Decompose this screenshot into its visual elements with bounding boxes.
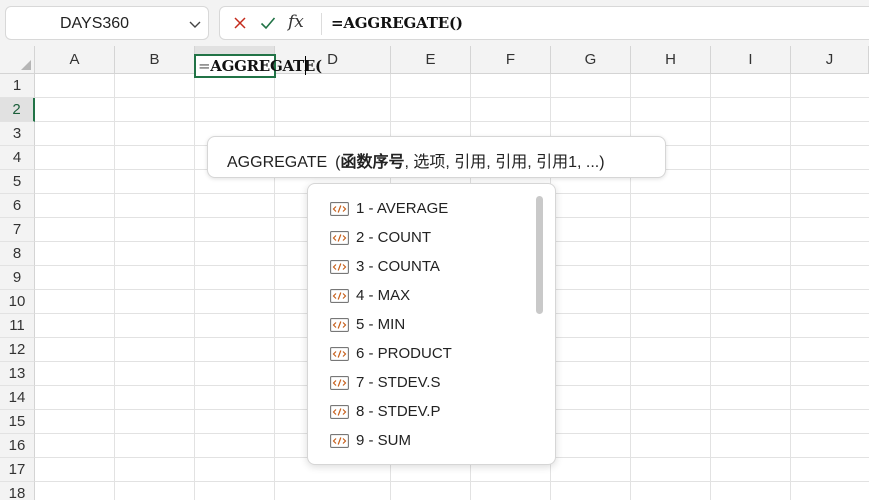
dropdown-item-label: 8 - STDEV.P xyxy=(356,403,441,420)
insert-function-button[interactable]: fx xyxy=(288,12,304,32)
row-header-11[interactable]: 11 xyxy=(0,314,35,338)
column-gridline xyxy=(194,74,195,500)
tooltip-current-arg: 函数序号 xyxy=(340,154,405,171)
column-gridline xyxy=(114,74,115,500)
function-value-icon xyxy=(330,260,349,274)
cell-edit-text: =AGGREGATE( xyxy=(198,57,322,75)
dropdown-item[interactable]: 1 - AVERAGE xyxy=(328,198,533,220)
dropdown-item-label: 3 - COUNTA xyxy=(356,258,440,275)
dropdown-item[interactable]: 4 - MAX xyxy=(328,285,533,307)
text-cursor xyxy=(305,56,306,75)
dropdown-item[interactable]: 2 - COUNT xyxy=(328,227,533,249)
row-header-16[interactable]: 16 xyxy=(0,434,35,458)
row-header-14[interactable]: 14 xyxy=(0,386,35,410)
dropdown-item-label: 4 - MAX xyxy=(356,287,411,304)
column-header-e[interactable]: E xyxy=(391,46,471,74)
chevron-down-icon[interactable] xyxy=(188,17,202,31)
column-header-i[interactable]: I xyxy=(711,46,791,74)
column-header-g[interactable]: G xyxy=(551,46,631,74)
dropdown-item-label: 9 - SUM xyxy=(356,432,412,449)
dropdown-item[interactable]: 3 - COUNTA xyxy=(328,256,533,278)
row-header-13[interactable]: 13 xyxy=(0,362,35,386)
dropdown-item-label: 6 - PRODUCT xyxy=(356,345,452,362)
row-header-3[interactable]: 3 xyxy=(0,122,35,146)
select-all-triangle-icon xyxy=(21,60,31,70)
dropdown-item-label: 5 - MIN xyxy=(356,316,406,333)
check-icon[interactable] xyxy=(260,16,276,30)
row-header-18[interactable]: 18 xyxy=(0,482,35,500)
tooltip-function-name[interactable]: AGGREGATE xyxy=(227,154,327,171)
select-all-button[interactable] xyxy=(0,46,35,74)
row-header-1[interactable]: 1 xyxy=(0,74,35,98)
column-header-f[interactable]: F xyxy=(471,46,551,74)
row-header-9[interactable]: 9 xyxy=(0,266,35,290)
cancel-icon[interactable] xyxy=(233,16,247,30)
row-header-12[interactable]: 12 xyxy=(0,338,35,362)
row-header-6[interactable]: 6 xyxy=(0,194,35,218)
name-box-value: DAYS360 xyxy=(60,15,130,32)
dropdown-item-label: 7 - STDEV.S xyxy=(356,374,441,391)
formula-bar: fx =AGGREGATE() xyxy=(219,6,869,40)
row-header-17[interactable]: 17 xyxy=(0,458,35,482)
function-value-icon xyxy=(330,318,349,332)
column-gridline xyxy=(710,74,711,500)
function-value-icon xyxy=(330,376,349,390)
function-value-icon xyxy=(330,405,349,419)
function-value-icon xyxy=(330,347,349,361)
column-gridline xyxy=(790,74,791,500)
dropdown-item-label: 1 - AVERAGE xyxy=(356,200,449,217)
row-header-2[interactable]: 2 xyxy=(0,98,35,122)
column-header-j[interactable]: J xyxy=(791,46,869,74)
column-header-h[interactable]: H xyxy=(631,46,711,74)
row-header-4[interactable]: 4 xyxy=(0,146,35,170)
tooltip-rest-args: , 选项, 引用, 引用, 引用1, ...) xyxy=(404,154,605,171)
formula-input[interactable]: =AGGREGATE() xyxy=(331,14,463,32)
row-header-10[interactable]: 10 xyxy=(0,290,35,314)
formula-toolbar: DAYS360 fx =AGGREGATE() xyxy=(0,0,869,46)
function-syntax-tooltip: AGGREGATE (函数序号, 选项, 引用, 引用, 引用1, ...) xyxy=(207,136,666,178)
scrollbar-thumb[interactable] xyxy=(536,196,543,314)
formula-bar-divider xyxy=(321,13,322,35)
function-value-icon xyxy=(330,202,349,216)
function-number-dropdown: 1 - AVERAGE 2 - COUNT 3 - COUNTA 4 - MAX 5 -… xyxy=(307,183,556,465)
function-value-icon xyxy=(330,289,349,303)
dropdown-item[interactable]: 5 - MIN xyxy=(328,314,533,336)
dropdown-item[interactable]: 6 - PRODUCT xyxy=(328,343,533,365)
name-box[interactable]: DAYS360 xyxy=(5,6,209,40)
dropdown-item[interactable]: 7 - STDEV.S xyxy=(328,372,533,394)
function-value-icon xyxy=(330,434,349,448)
function-value-icon xyxy=(330,231,349,245)
row-gridline xyxy=(35,481,869,482)
dropdown-item-label: 2 - COUNT xyxy=(356,229,431,246)
dropdown-item[interactable]: 8 - STDEV.P xyxy=(328,401,533,423)
row-header-15[interactable]: 15 xyxy=(0,410,35,434)
column-header-a[interactable]: A xyxy=(35,46,115,74)
column-header-b[interactable]: B xyxy=(115,46,195,74)
row-header-8[interactable]: 8 xyxy=(0,242,35,266)
row-gridline xyxy=(35,97,869,98)
dropdown-item[interactable]: 9 - SUM xyxy=(328,430,533,452)
row-header-5[interactable]: 5 xyxy=(0,170,35,194)
row-header-7[interactable]: 7 xyxy=(0,218,35,242)
row-gridline xyxy=(35,121,869,122)
